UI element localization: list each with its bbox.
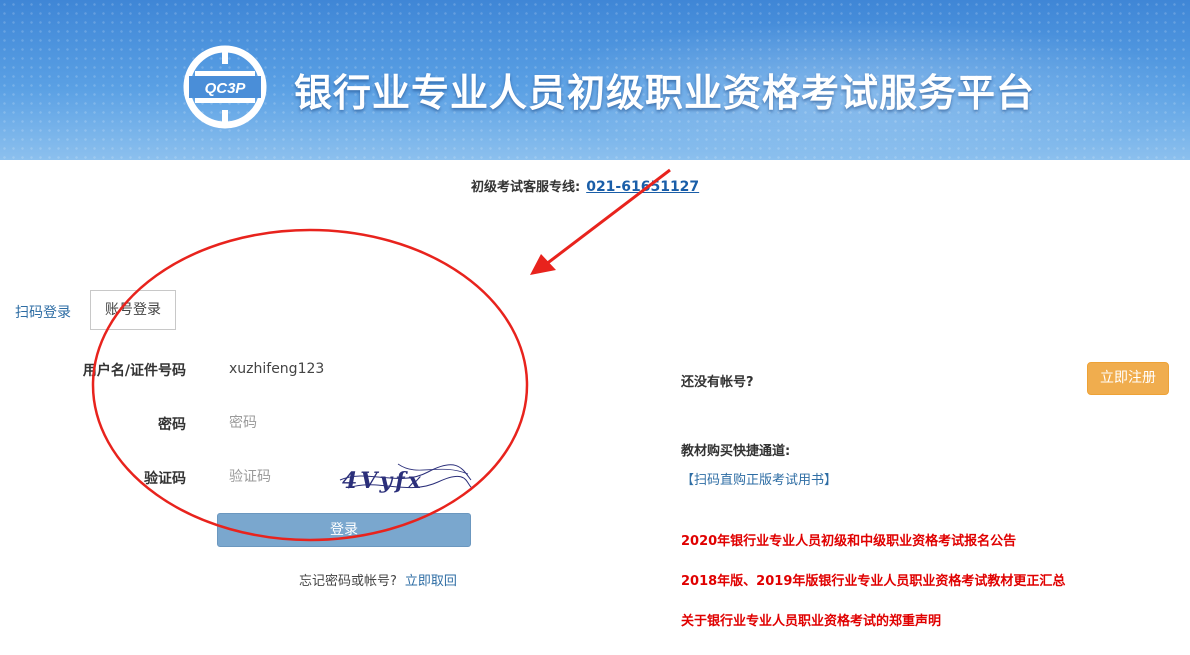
- register-button[interactable]: 立即注册: [1087, 362, 1169, 395]
- notice-link[interactable]: 2018年版、2019年版银行业专业人员职业资格考试教材更正汇总: [681, 570, 1065, 589]
- hotline-phone-link[interactable]: 021-61651127: [586, 179, 699, 195]
- password-input[interactable]: [229, 411, 429, 435]
- captcha-label: 验证码: [144, 471, 186, 487]
- captcha-input[interactable]: [229, 465, 329, 489]
- header-banner: QC3P 银行业专业人员初级职业资格考试服务平台: [0, 0, 1190, 160]
- tab-account-login[interactable]: 账号登录: [90, 290, 176, 330]
- username-label: 用户名/证件号码: [82, 363, 186, 379]
- notice-link[interactable]: 关于银行业专业人员职业资格考试的郑重声明: [681, 610, 941, 629]
- site-title: 银行业专业人员初级职业资格考试服务平台: [294, 71, 1036, 115]
- annotation-arrow-head: [530, 254, 556, 275]
- no-account-text: 还没有帐号?: [681, 375, 754, 390]
- hotline-label: 初级考试客服专线:: [471, 180, 581, 195]
- svg-text:QC3P: QC3P: [205, 80, 247, 97]
- password-label: 密码: [158, 417, 186, 433]
- username-input[interactable]: [229, 357, 429, 381]
- login-button[interactable]: 登录: [217, 513, 471, 547]
- captcha-image[interactable]: 4Vyfx: [338, 458, 473, 500]
- tab-qr-login[interactable]: 扫码登录: [15, 302, 71, 322]
- forgot-text: 忘记密码或帐号?: [299, 574, 397, 589]
- buy-books-link[interactable]: 【扫码直购正版考试用书】: [681, 469, 837, 488]
- customer-hotline: 初级考试客服专线: 021-61651127: [471, 176, 699, 195]
- forgot-password: 忘记密码或帐号? 立即取回: [299, 570, 457, 589]
- retrieve-link[interactable]: 立即取回: [405, 574, 457, 589]
- captcha-text: 4Vyfx: [342, 468, 424, 494]
- qc3p-logo: QC3P: [183, 45, 267, 129]
- books-title: 教材购买快捷通道:: [681, 444, 791, 459]
- notice-link[interactable]: 2020年银行业专业人员初级和中级职业资格考试报名公告: [681, 530, 1016, 549]
